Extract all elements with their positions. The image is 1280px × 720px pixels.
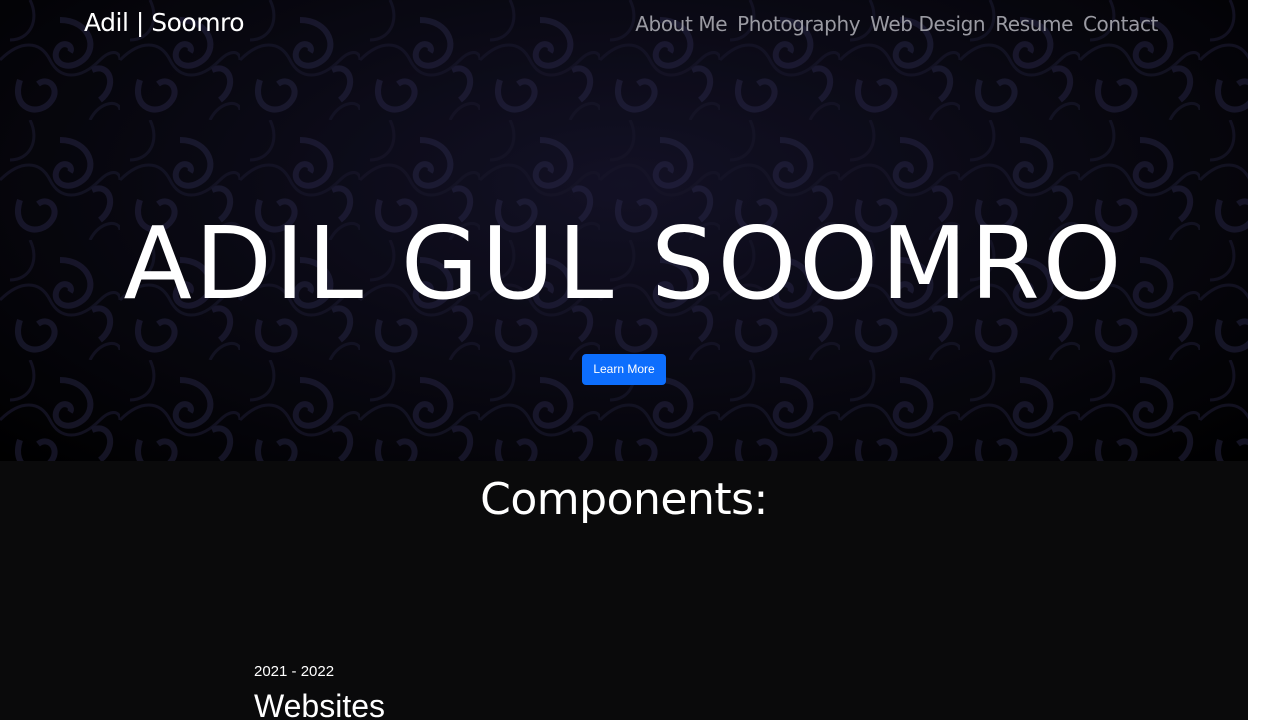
component-item-date: 2021 - 2022 [254,663,335,680]
hero-section: Adil | Soomro About Me Photography Web D… [0,0,1248,461]
page-scrollbar[interactable] [1248,0,1280,720]
nav-item-photography[interactable]: Photography [737,12,860,36]
component-item-title: Websites [254,688,386,720]
nav-item-about-me[interactable]: About Me [635,12,727,36]
nav-item-web-design[interactable]: Web Design [870,12,985,36]
site-brand[interactable]: Adil | Soomro [84,8,245,37]
nav-item-contact[interactable]: Contact [1083,12,1158,36]
nav-item-resume[interactable]: Resume [995,12,1073,36]
main-nav: About Me Photography Web Design Resume C… [635,12,1158,36]
components-heading: Components: [480,474,768,525]
hero-title: ADIL GUL SOOMRO [123,205,1125,322]
learn-more-button[interactable]: Learn More [582,354,666,385]
page: Adil | Soomro About Me Photography Web D… [0,0,1248,720]
